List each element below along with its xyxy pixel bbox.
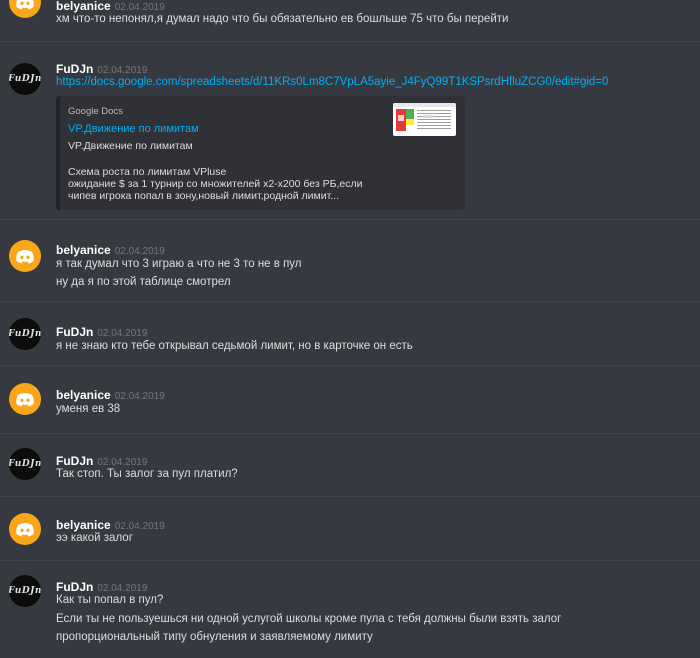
avatar-lettering: FuDJn	[9, 74, 41, 84]
timestamp: 02.04.2019	[114, 391, 165, 402]
discord-avatar[interactable]	[9, 0, 41, 18]
username[interactable]: FuDJn	[56, 62, 93, 76]
message-group: FuDJn FuDJn 02.04.2019 я не знаю кто тебе…	[0, 301, 700, 366]
discord-logo-icon	[16, 392, 34, 406]
message-header: belyanice 02.04.2019	[56, 239, 165, 257]
discord-logo-icon	[16, 522, 34, 536]
message-group: FuDJn FuDJn 02.04.2019 Как ты попал в пул…	[0, 560, 700, 658]
message-text: Как ты попал в пул?	[56, 594, 164, 606]
discord-logo-icon	[16, 249, 34, 263]
message-text: Если ты не пользуешься ни одной услугой …	[56, 613, 562, 625]
message-text: я не знаю кто тебе открывал седьмой лими…	[56, 340, 413, 352]
timestamp: 02.04.2019	[97, 328, 148, 339]
message-header: belyanice 02.04.2019	[56, 0, 165, 13]
username[interactable]: FuDJn	[56, 454, 93, 468]
embed-description-line: ожидание $ за 1 турнир со множителей x2-…	[68, 178, 363, 190]
message-header: FuDJn 02.04.2019	[56, 450, 148, 468]
embed-title[interactable]: VP.Движение по лимитам	[68, 123, 199, 135]
timestamp: 02.04.2019	[114, 2, 165, 13]
embed-provider[interactable]: Google Docs	[68, 106, 123, 117]
embed-description-line: VP.Движение по лимитам	[68, 140, 193, 152]
discord-avatar[interactable]	[9, 383, 41, 415]
username[interactable]: belyanice	[56, 0, 111, 13]
username[interactable]: belyanice	[56, 388, 111, 402]
message-header: FuDJn 02.04.2019	[56, 58, 148, 76]
embed-description-line: Схема роста по лимитам VPluse	[68, 166, 227, 178]
user-avatar[interactable]: FuDJn	[9, 448, 41, 480]
user-avatar[interactable]: FuDJn	[9, 575, 41, 607]
username[interactable]: FuDJn	[56, 580, 93, 594]
message-text: хм что-то непонял,я думал надо что бы об…	[56, 13, 509, 25]
timestamp: 02.04.2019	[97, 457, 148, 468]
avatar-lettering: FuDJn	[9, 459, 41, 469]
message-group: belyanice 02.04.2019 я так думал что 3 иг…	[0, 219, 700, 302]
message-header: belyanice 02.04.2019	[56, 514, 165, 532]
message-text: ээ какой залог	[56, 532, 133, 544]
username[interactable]: FuDJn	[56, 325, 93, 339]
discord-logo-icon	[16, 0, 34, 9]
username[interactable]: belyanice	[56, 518, 111, 532]
avatar-lettering: FuDJn	[9, 586, 41, 596]
message-group: belyanice 02.04.2019 хм что-то непонял,я …	[0, 0, 700, 42]
link-embed: Google Docs VP.Движение по лимитам VP.Дв…	[56, 96, 465, 210]
discord-avatar[interactable]	[9, 513, 41, 545]
message-group: FuDJn FuDJn 02.04.2019 Так стоп. Ты залог…	[0, 433, 700, 497]
user-avatar[interactable]: FuDJn	[9, 318, 41, 350]
message-text: ну да я по этой таблице смотрел	[56, 276, 231, 288]
message-group: belyanice 02.04.2019 уменя ев 38	[0, 365, 700, 434]
message-text: уменя ев 38	[56, 403, 121, 415]
message-group: FuDJn FuDJn 02.04.2019 https://docs.googl…	[0, 41, 700, 220]
timestamp: 02.04.2019	[97, 583, 148, 594]
message-text: я так думал что 3 играю а что не 3 то не…	[56, 258, 302, 270]
message-link[interactable]: https://docs.google.com/spreadsheets/d/1…	[56, 76, 608, 88]
username[interactable]: belyanice	[56, 243, 111, 257]
message-group: belyanice 02.04.2019 ээ какой залог	[0, 496, 700, 561]
embed-description-line: чипев игрока попал в зону,новый лимит,ро…	[68, 190, 340, 202]
spreadsheet-preview-icon	[393, 103, 456, 131]
timestamp: 02.04.2019	[114, 246, 165, 257]
message-text: пропорциональный типу обнуления и заявля…	[56, 631, 373, 643]
message-header: belyanice 02.04.2019	[56, 384, 165, 402]
discord-avatar[interactable]	[9, 240, 41, 272]
message-header: FuDJn 02.04.2019	[56, 321, 148, 339]
avatar-lettering: FuDJn	[9, 329, 41, 339]
user-avatar[interactable]: FuDJn	[9, 63, 41, 95]
timestamp: 02.04.2019	[114, 521, 165, 532]
spreadsheet-thumbnail[interactable]	[393, 103, 456, 136]
message-header: FuDJn 02.04.2019	[56, 576, 148, 594]
message-text: Так стоп. Ты залог за пул платил?	[56, 468, 238, 480]
timestamp: 02.04.2019	[97, 65, 148, 76]
